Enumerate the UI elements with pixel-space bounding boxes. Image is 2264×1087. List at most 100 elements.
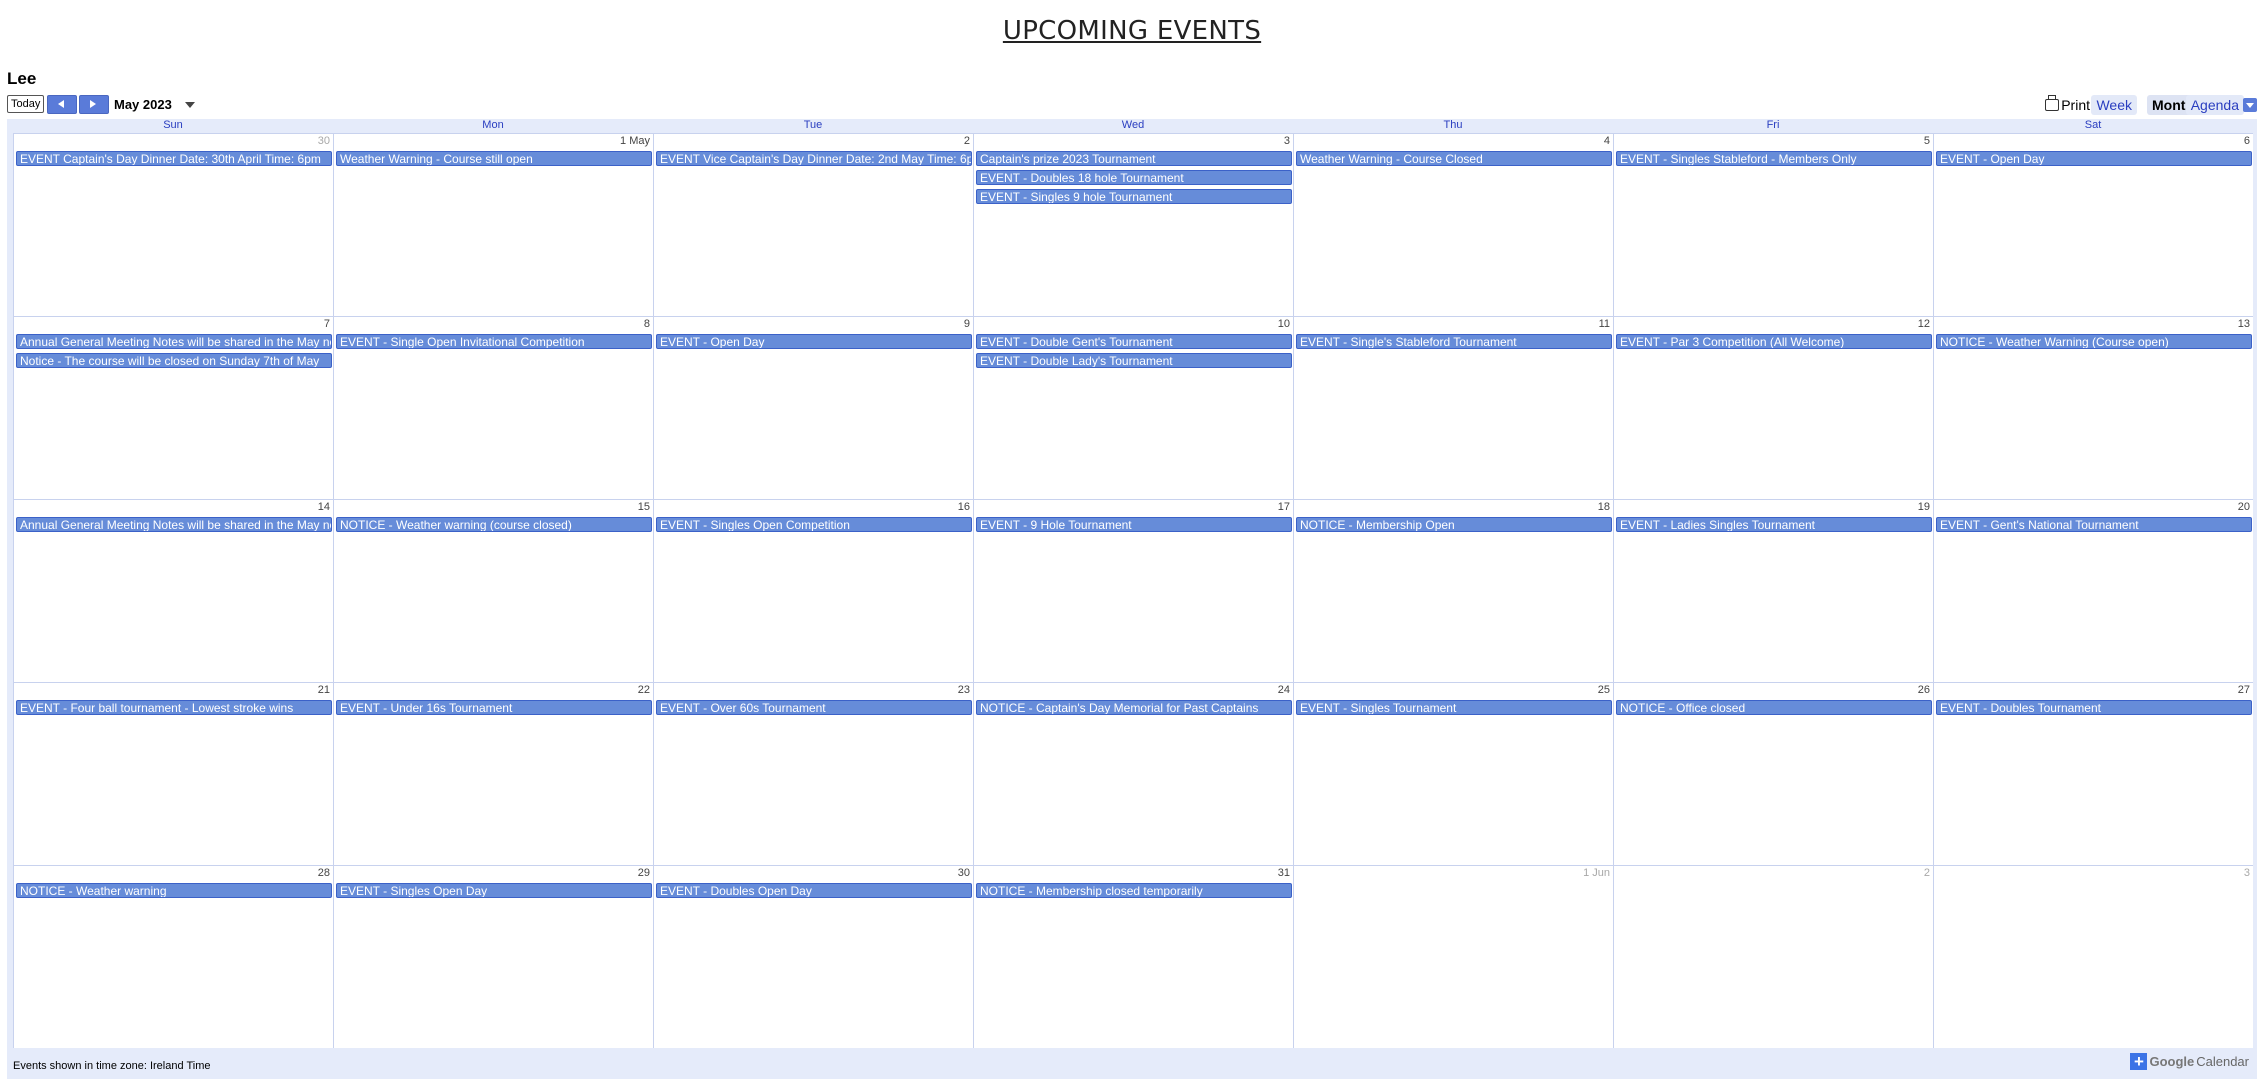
- day-number[interactable]: 31: [1278, 867, 1290, 879]
- day-cell[interactable]: 19 EVENT - Ladies Singles Tournament: [1613, 499, 1933, 682]
- print-button[interactable]: Print: [2045, 95, 2090, 113]
- event-chip[interactable]: NOTICE - Office closed: [1616, 700, 1932, 715]
- day-number[interactable]: 15: [638, 501, 650, 513]
- event-chip[interactable]: EVENT - Four ball tournament - Lowest st…: [16, 700, 332, 715]
- day-cell[interactable]: 17 EVENT - 9 Hole Tournament: [973, 499, 1293, 682]
- event-chip[interactable]: NOTICE - Weather warning (course closed): [336, 517, 652, 532]
- day-cell[interactable]: 7 Annual General Meeting Notes will be sh…: [13, 316, 333, 499]
- day-number[interactable]: 3: [1284, 135, 1290, 147]
- day-number[interactable]: 5: [1924, 135, 1930, 147]
- day-number[interactable]: 12: [1918, 318, 1930, 330]
- day-cell[interactable]: 24 NOTICE - Captain's Day Memorial for Pa…: [973, 682, 1293, 865]
- event-chip[interactable]: EVENT - Single's Stableford Tournament: [1296, 334, 1612, 349]
- previous-month-button[interactable]: [47, 95, 77, 114]
- event-chip[interactable]: EVENT - Over 60s Tournament: [656, 700, 972, 715]
- day-number[interactable]: 7: [324, 318, 330, 330]
- day-number[interactable]: 13: [2238, 318, 2250, 330]
- day-number[interactable]: 30: [958, 867, 970, 879]
- day-number[interactable]: 29: [638, 867, 650, 879]
- event-chip[interactable]: EVENT - Doubles Open Day: [656, 883, 972, 898]
- event-chip[interactable]: EVENT Captain's Day Dinner Date: 30th Ap…: [16, 151, 332, 166]
- event-chip[interactable]: EVENT - Singles Open Day: [336, 883, 652, 898]
- day-number[interactable]: 1 May: [620, 135, 650, 147]
- day-number[interactable]: 2: [964, 135, 970, 147]
- event-chip[interactable]: EVENT - Gent's National Tournament: [1936, 517, 2252, 532]
- day-number[interactable]: 6: [2244, 135, 2250, 147]
- day-cell[interactable]: 31 NOTICE - Membership closed temporarily: [973, 865, 1293, 1048]
- day-cell[interactable]: 23 EVENT - Over 60s Tournament: [653, 682, 973, 865]
- day-number[interactable]: 28: [318, 867, 330, 879]
- day-number[interactable]: 18: [1598, 501, 1610, 513]
- day-number[interactable]: 14: [318, 501, 330, 513]
- event-chip[interactable]: Annual General Meeting Notes will be sha…: [16, 334, 332, 349]
- event-chip[interactable]: Notice - The course will be closed on Su…: [16, 353, 332, 368]
- day-number[interactable]: 1 Jun: [1583, 867, 1610, 879]
- day-cell[interactable]: 6 EVENT - Open Day: [1933, 133, 2253, 316]
- event-chip[interactable]: NOTICE - Weather warning: [16, 883, 332, 898]
- event-chip[interactable]: EVENT - Double Lady's Tournament: [976, 353, 1292, 368]
- today-button[interactable]: Today: [7, 95, 45, 113]
- event-chip[interactable]: EVENT - Ladies Singles Tournament: [1616, 517, 1932, 532]
- day-number[interactable]: 19: [1918, 501, 1930, 513]
- event-chip[interactable]: EVENT - Single Open Invitational Competi…: [336, 334, 652, 349]
- event-chip[interactable]: NOTICE - Weather Warning (Course open): [1936, 334, 2252, 349]
- day-number[interactable]: 21: [318, 684, 330, 696]
- event-chip[interactable]: EVENT - Open Day: [656, 334, 972, 349]
- day-cell[interactable]: 30 EVENT Captain's Day Dinner Date: 30th …: [13, 133, 333, 316]
- tab-week[interactable]: Week: [2091, 95, 2137, 115]
- event-chip[interactable]: Captain's prize 2023 Tournament: [976, 151, 1292, 166]
- event-chip[interactable]: Weather Warning - Course still open: [336, 151, 652, 166]
- next-month-button[interactable]: [79, 95, 109, 114]
- day-cell[interactable]: 1 May Weather Warning - Course still open: [333, 133, 653, 316]
- day-cell[interactable]: 28 NOTICE - Weather warning: [13, 865, 333, 1048]
- day-number[interactable]: 8: [644, 318, 650, 330]
- day-cell[interactable]: 21 EVENT - Four ball tournament - Lowest …: [13, 682, 333, 865]
- event-chip[interactable]: EVENT - Doubles Tournament: [1936, 700, 2252, 715]
- event-chip[interactable]: EVENT - Par 3 Competition (All Welcome): [1616, 334, 1932, 349]
- chevron-down-icon[interactable]: [185, 102, 195, 108]
- event-chip[interactable]: Weather Warning - Course Closed: [1296, 151, 1612, 166]
- event-chip[interactable]: NOTICE - Membership Open: [1296, 517, 1612, 532]
- day-number[interactable]: 11: [1599, 318, 1610, 330]
- day-number[interactable]: 10: [1278, 318, 1290, 330]
- day-cell[interactable]: 20 EVENT - Gent's National Tournament: [1933, 499, 2253, 682]
- day-cell[interactable]: 11 EVENT - Single's Stableford Tournament: [1293, 316, 1613, 499]
- event-chip[interactable]: EVENT - Singles Tournament: [1296, 700, 1612, 715]
- day-number[interactable]: 25: [1598, 684, 1610, 696]
- view-menu-chevron-icon[interactable]: [2243, 98, 2257, 112]
- day-cell[interactable]: 10 EVENT - Double Gent's Tournament EVENT …: [973, 316, 1293, 499]
- day-number[interactable]: 23: [958, 684, 970, 696]
- day-number[interactable]: 20: [2238, 501, 2250, 513]
- day-number[interactable]: 27: [2238, 684, 2250, 696]
- day-number[interactable]: 30: [318, 135, 330, 147]
- tab-agenda[interactable]: Agenda: [2185, 95, 2244, 115]
- day-cell[interactable]: 2: [1613, 865, 1933, 1048]
- day-cell[interactable]: 9 EVENT - Open Day: [653, 316, 973, 499]
- event-chip[interactable]: EVENT - Singles Open Competition: [656, 517, 972, 532]
- event-chip[interactable]: EVENT - Open Day: [1936, 151, 2252, 166]
- event-chip[interactable]: EVENT - Singles 9 hole Tournament: [976, 189, 1292, 204]
- day-cell[interactable]: 16 EVENT - Singles Open Competition: [653, 499, 973, 682]
- day-number[interactable]: 4: [1604, 135, 1610, 147]
- day-cell[interactable]: 27 EVENT - Doubles Tournament: [1933, 682, 2253, 865]
- day-cell[interactable]: 22 EVENT - Under 16s Tournament: [333, 682, 653, 865]
- event-chip[interactable]: EVENT - Under 16s Tournament: [336, 700, 652, 715]
- day-number[interactable]: 17: [1278, 501, 1290, 513]
- day-cell[interactable]: 1 Jun: [1293, 865, 1613, 1048]
- event-chip[interactable]: EVENT - 9 Hole Tournament: [976, 517, 1292, 532]
- day-cell[interactable]: 3 Captain's prize 2023 Tournament EVENT - …: [973, 133, 1293, 316]
- day-cell[interactable]: 4 Weather Warning - Course Closed: [1293, 133, 1613, 316]
- event-chip[interactable]: EVENT - Singles Stableford - Members Onl…: [1616, 151, 1932, 166]
- event-chip[interactable]: EVENT Vice Captain's Day Dinner Date: 2n…: [656, 151, 972, 166]
- day-cell[interactable]: 30 EVENT - Doubles Open Day: [653, 865, 973, 1048]
- day-cell[interactable]: 2 EVENT Vice Captain's Day Dinner Date: 2…: [653, 133, 973, 316]
- day-number[interactable]: 24: [1278, 684, 1290, 696]
- day-cell[interactable]: 26 NOTICE - Office closed: [1613, 682, 1933, 865]
- event-chip[interactable]: Annual General Meeting Notes will be sha…: [16, 517, 332, 532]
- day-number[interactable]: 3: [2244, 867, 2250, 879]
- day-cell[interactable]: 5 EVENT - Singles Stableford - Members On…: [1613, 133, 1933, 316]
- day-cell[interactable]: 25 EVENT - Singles Tournament: [1293, 682, 1613, 865]
- day-cell[interactable]: 15 NOTICE - Weather warning (course close…: [333, 499, 653, 682]
- day-cell[interactable]: 14 Annual General Meeting Notes will be s…: [13, 499, 333, 682]
- day-cell[interactable]: 8 EVENT - Single Open Invitational Compet…: [333, 316, 653, 499]
